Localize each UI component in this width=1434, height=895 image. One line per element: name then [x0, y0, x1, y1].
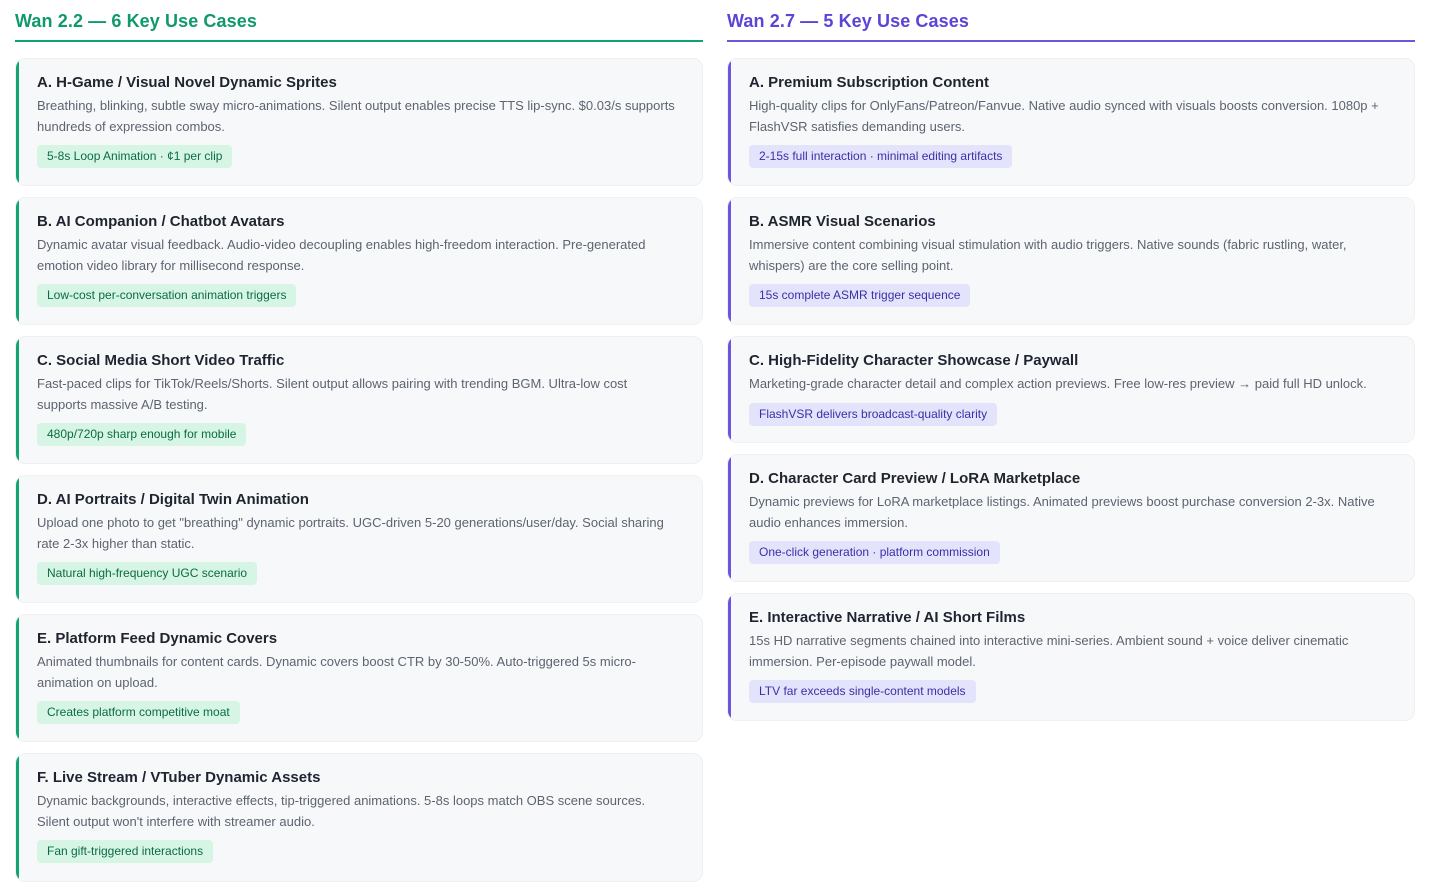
- use-case-description: Fast-paced clips for TikTok/Reels/Shorts…: [37, 376, 628, 412]
- use-case-card: F. Live Stream / VTuber Dynamic Assets D…: [15, 753, 703, 882]
- use-case-description: Dynamic avatar visual feedback. Audio-vi…: [37, 237, 646, 273]
- use-case-title: B. AI Companion / Chatbot Avatars: [37, 213, 285, 230]
- use-case-title: D. Character Card Preview / LoRA Marketp…: [749, 470, 1081, 487]
- use-case-card: C. High-Fidelity Character Showcase / Pa…: [727, 336, 1415, 443]
- wan27-column: Wan 2.7 — 5 Key Use Cases A. Premium Sub…: [727, 0, 1415, 732]
- use-case-tag: Low-cost per-conversation animation trig…: [37, 284, 297, 307]
- use-case-description: Breathing, blinking, subtle sway micro-a…: [37, 98, 675, 134]
- use-case-tag: FlashVSR delivers broadcast-quality clar…: [749, 402, 998, 426]
- use-case-title: F. Live Stream / VTuber Dynamic Assets: [37, 769, 321, 786]
- use-case-description: Dynamic backgrounds, interactive effects…: [37, 793, 646, 829]
- use-case-card: D. AI Portraits / Digital Twin Animation…: [15, 475, 703, 603]
- use-case-card: C. Social Media Short Video Traffic Fast…: [15, 336, 703, 464]
- use-case-description: 15s HD narrative segments chained into i…: [749, 633, 1349, 669]
- use-case-title: D. AI Portraits / Digital Twin Animation: [37, 491, 309, 508]
- use-case-title: E. Platform Feed Dynamic Covers: [37, 630, 278, 647]
- use-case-tag: 2-15s full interaction · minimal editing…: [749, 145, 1013, 168]
- use-case-card: B. ASMR Visual Scenarios Immersive conte…: [727, 197, 1415, 325]
- use-case-description: Marketing-grade character detail and com…: [749, 376, 1367, 391]
- use-case-card: A. Premium Subscription Content High-qua…: [727, 58, 1415, 186]
- use-case-title: A. Premium Subscription Content: [749, 74, 990, 91]
- use-case-tag: Creates platform competitive moat: [37, 701, 240, 724]
- use-case-title: C. Social Media Short Video Traffic: [37, 352, 285, 369]
- use-case-description: Upload one photo to get "breathing" dyna…: [37, 515, 664, 551]
- use-case-tag: Natural high-frequency UGC scenario: [37, 562, 258, 585]
- use-case-tag: 5-8s Loop Animation · ¢1 per clip: [37, 145, 233, 168]
- use-case-description: Animated thumbnails for content cards. D…: [37, 654, 636, 690]
- use-case-tag: 15s complete ASMR trigger sequence: [749, 284, 971, 307]
- use-case-card: E. Platform Feed Dynamic Covers Animated…: [15, 614, 703, 742]
- use-case-title: E. Interactive Narrative / AI Short Film…: [749, 609, 1026, 626]
- use-case-description: Immersive content combining visual stimu…: [749, 237, 1347, 273]
- use-case-description: High-quality clips for OnlyFans/Patreon/…: [749, 98, 1379, 134]
- use-case-card: B. AI Companion / Chatbot Avatars Dynami…: [15, 197, 703, 325]
- use-case-tag: 480p/720p sharp enough for mobile: [37, 423, 247, 446]
- wan27-card-list: A. Premium Subscription Content High-qua…: [727, 58, 1415, 721]
- wan22-column-title: Wan 2.2 — 6 Key Use Cases: [15, 0, 703, 42]
- use-case-tag: Fan gift-triggered interactions: [37, 840, 214, 863]
- wan22-column: Wan 2.2 — 6 Key Use Cases A. H-Game / Vi…: [15, 0, 703, 893]
- use-case-card: D. Character Card Preview / LoRA Marketp…: [727, 454, 1415, 582]
- use-case-description: Dynamic previews for LoRA marketplace li…: [749, 494, 1375, 530]
- page: Wan 2.2 — 6 Key Use Cases A. H-Game / Vi…: [0, 0, 1434, 895]
- use-case-card: A. H-Game / Visual Novel Dynamic Sprites…: [15, 58, 703, 186]
- use-case-title: C. High-Fidelity Character Showcase / Pa…: [749, 352, 1079, 369]
- wan27-column-title: Wan 2.7 — 5 Key Use Cases: [727, 0, 1415, 42]
- wan22-card-list: A. H-Game / Visual Novel Dynamic Sprites…: [15, 58, 703, 882]
- use-case-card: E. Interactive Narrative / AI Short Film…: [727, 593, 1415, 721]
- use-case-tag: One-click generation · platform commissi…: [749, 541, 1000, 564]
- use-case-title: A. H-Game / Visual Novel Dynamic Sprites: [37, 74, 337, 91]
- use-case-tag: LTV far exceeds single-content models: [749, 680, 976, 703]
- use-case-title: B. ASMR Visual Scenarios: [749, 213, 936, 230]
